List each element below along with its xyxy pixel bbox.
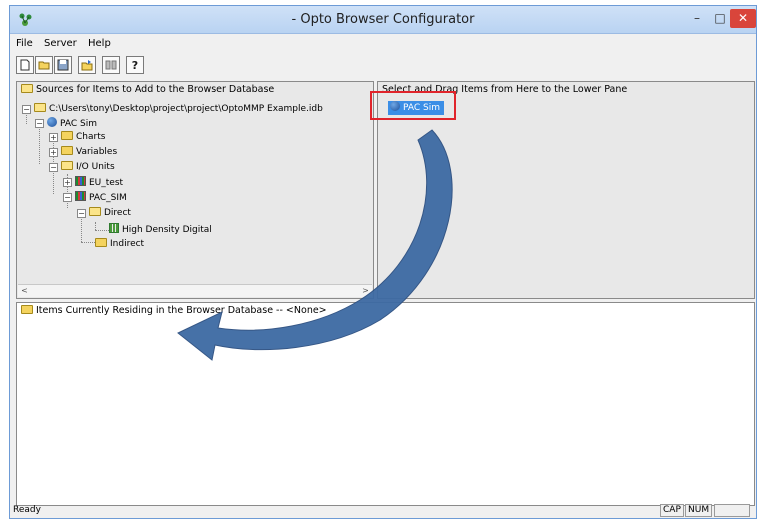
menu-bar: File Server Help [10,35,756,53]
tree-item-direct[interactable]: Direct [89,207,131,218]
tree-item-charts[interactable]: Charts [61,131,105,142]
tree-item-high-density[interactable]: High Density Digital [109,223,212,235]
minimize-button[interactable]: – [686,9,708,28]
tree-line [81,242,95,243]
io-unit-icon [75,176,86,186]
cap-indicator: CAP [660,504,684,517]
close-button[interactable]: ✕ [730,9,756,28]
highlight-box [370,91,456,120]
collapse-toggle[interactable]: − [22,105,31,114]
tree-line [95,222,96,230]
folder-icon [21,84,33,93]
tree-line [95,230,109,231]
menu-help[interactable]: Help [88,38,111,49]
folder-icon [21,305,33,314]
refresh-icon[interactable] [102,56,120,74]
menu-file[interactable]: File [16,38,33,49]
browser-database-pane[interactable]: Items Currently Residing in the Browser … [16,302,755,506]
tree-item-strategy[interactable]: PAC Sim [47,117,97,129]
num-indicator: NUM [685,504,713,517]
collapse-toggle[interactable]: − [63,193,72,202]
status-bar: Ready CAP NUM [10,504,756,518]
tree-item-indirect[interactable]: Indirect [95,238,144,249]
sources-pane[interactable]: Sources for Items to Add to the Browser … [16,81,374,299]
folder-icon [34,103,46,112]
scroll-left-arrow[interactable]: < [18,285,31,297]
tree-item-pac-sim-unit[interactable]: PAC_SIM [75,191,127,203]
browser-database-header: Items Currently Residing in the Browser … [21,305,327,316]
expand-toggle[interactable]: + [63,178,72,187]
collapse-toggle[interactable]: − [35,119,44,128]
tree-item-eu-test[interactable]: EU_test [75,176,123,188]
io-unit-icon [75,191,86,201]
folder-icon [61,131,73,140]
maximize-button[interactable]: □ [710,9,730,28]
toolbar: ? [16,54,216,78]
status-text: Ready [13,505,41,515]
module-icon [109,223,119,233]
new-icon[interactable] [16,56,34,74]
folder-icon [89,207,101,216]
tree-item-variables[interactable]: Variables [61,146,117,157]
scroll-right-arrow[interactable]: > [359,285,372,297]
menu-server[interactable]: Server [44,38,77,49]
title-bar[interactable]: - Opto Browser Configurator – □ ✕ [10,6,756,34]
strategy-icon [47,117,57,127]
tree-line [81,214,82,242]
folder-icon [61,161,73,170]
save-icon[interactable] [54,56,72,74]
horizontal-scrollbar[interactable]: < > [18,284,372,297]
help-icon[interactable]: ? [126,56,144,74]
expand-toggle[interactable]: + [49,148,58,157]
collapse-toggle[interactable]: − [49,163,58,172]
folder-icon [95,238,107,247]
app-window: - Opto Browser Configurator – □ ✕ File S… [9,5,757,519]
sources-pane-header: Sources for Items to Add to the Browser … [21,84,274,95]
collapse-toggle[interactable]: − [77,209,86,218]
tree-line [39,124,40,164]
expand-toggle[interactable]: + [49,133,58,142]
tree-item-io-units[interactable]: I/O Units [61,161,115,172]
scroll-indicator [714,504,750,517]
folder-icon [61,146,73,155]
window-title: - Opto Browser Configurator [291,12,475,27]
tree-item-root[interactable]: C:\Users\tony\Desktop\project\project\Op… [34,103,323,114]
import-icon[interactable] [78,56,96,74]
open-icon[interactable] [35,56,53,74]
